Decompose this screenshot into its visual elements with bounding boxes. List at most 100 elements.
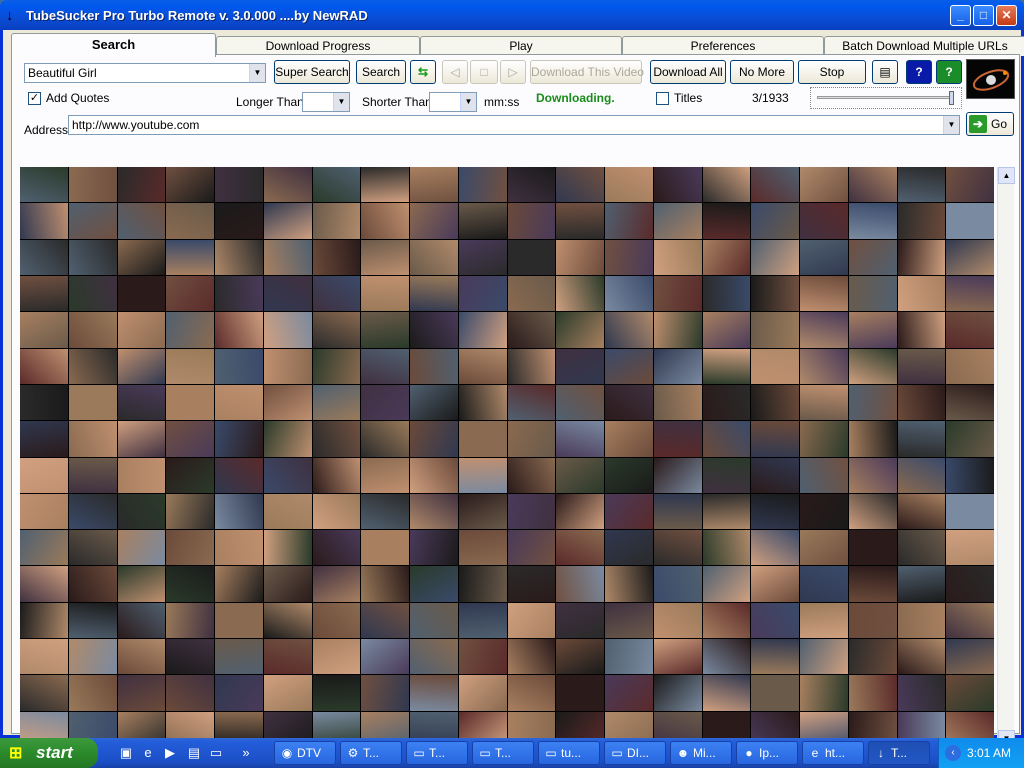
- video-thumbnail[interactable]: [653, 421, 702, 457]
- video-thumbnail[interactable]: [556, 275, 604, 312]
- video-thumbnail[interactable]: [117, 639, 166, 675]
- video-thumbnail[interactable]: [410, 602, 458, 639]
- video-thumbnail[interactable]: [653, 457, 702, 493]
- video-thumbnail[interactable]: [20, 675, 68, 711]
- video-thumbnail[interactable]: [946, 493, 994, 530]
- tab-search[interactable]: Search: [11, 33, 216, 57]
- address-input[interactable]: http://www.youtube.com ▼: [68, 115, 960, 135]
- chevron-down-icon[interactable]: ▼: [333, 93, 349, 111]
- video-thumbnail[interactable]: [215, 167, 263, 203]
- video-thumbnail[interactable]: [751, 239, 799, 275]
- video-thumbnail[interactable]: [556, 203, 604, 239]
- video-thumbnail[interactable]: [800, 275, 848, 312]
- video-thumbnail[interactable]: [848, 275, 897, 312]
- video-thumbnail[interactable]: [263, 493, 312, 530]
- video-thumbnail[interactable]: [751, 530, 799, 566]
- video-thumbnail[interactable]: [800, 421, 848, 457]
- no-more-button[interactable]: No More: [730, 60, 794, 84]
- video-thumbnail[interactable]: [458, 348, 507, 384]
- task-dtv[interactable]: ◉ DTV: [274, 741, 336, 765]
- video-thumbnail[interactable]: [68, 530, 117, 566]
- video-thumbnail[interactable]: [410, 348, 458, 384]
- video-thumbnail[interactable]: [458, 384, 507, 421]
- video-thumbnail[interactable]: [897, 275, 946, 312]
- window-icon[interactable]: ▤: [872, 60, 898, 84]
- video-thumbnail[interactable]: [702, 639, 751, 675]
- video-thumbnail[interactable]: [653, 675, 702, 711]
- video-thumbnail[interactable]: [117, 239, 166, 275]
- video-thumbnail[interactable]: [702, 203, 751, 239]
- video-thumbnail[interactable]: [166, 602, 214, 639]
- video-thumbnail[interactable]: [166, 457, 214, 493]
- video-thumbnail[interactable]: [507, 239, 556, 275]
- video-thumbnail[interactable]: [751, 457, 799, 493]
- video-thumbnail[interactable]: [458, 493, 507, 530]
- video-thumbnail[interactable]: [751, 639, 799, 675]
- video-thumbnail[interactable]: [312, 203, 361, 239]
- video-thumbnail[interactable]: [897, 457, 946, 493]
- video-thumbnail[interactable]: [507, 566, 556, 602]
- folder-icon[interactable]: ▭: [208, 745, 224, 761]
- video-thumbnail[interactable]: [215, 493, 263, 530]
- video-thumbnail[interactable]: [605, 275, 653, 312]
- video-thumbnail[interactable]: [458, 203, 507, 239]
- video-thumbnail[interactable]: [946, 167, 994, 203]
- video-thumbnail[interactable]: [20, 639, 68, 675]
- video-thumbnail[interactable]: [20, 457, 68, 493]
- quicklaunch-more-icon[interactable]: »: [238, 745, 254, 761]
- video-thumbnail[interactable]: [702, 602, 751, 639]
- task-mi[interactable]: ☻ Mi...: [670, 741, 732, 765]
- video-thumbnail[interactable]: [20, 203, 68, 239]
- video-thumbnail[interactable]: [556, 421, 604, 457]
- video-thumbnail[interactable]: [361, 602, 409, 639]
- video-thumbnail[interactable]: [361, 639, 409, 675]
- video-thumbnail[interactable]: [946, 639, 994, 675]
- video-thumbnail[interactable]: [166, 566, 214, 602]
- video-thumbnail[interactable]: [215, 275, 263, 312]
- video-thumbnail[interactable]: [897, 348, 946, 384]
- video-thumbnail[interactable]: [117, 421, 166, 457]
- video-thumbnail[interactable]: [458, 421, 507, 457]
- video-thumbnail[interactable]: [897, 239, 946, 275]
- video-thumbnail[interactable]: [653, 602, 702, 639]
- video-thumbnail[interactable]: [897, 602, 946, 639]
- tab-play[interactable]: Play: [420, 36, 622, 56]
- folder-quicklaunch-icon[interactable]: ▤: [186, 745, 202, 761]
- video-thumbnail[interactable]: [800, 239, 848, 275]
- video-thumbnail[interactable]: [702, 167, 751, 203]
- video-thumbnail[interactable]: [848, 421, 897, 457]
- video-thumbnail[interactable]: [117, 203, 166, 239]
- video-thumbnail[interactable]: [166, 348, 214, 384]
- video-thumbnail[interactable]: [848, 312, 897, 348]
- video-thumbnail[interactable]: [897, 203, 946, 239]
- video-thumbnail[interactable]: [897, 639, 946, 675]
- video-thumbnail[interactable]: [263, 384, 312, 421]
- video-thumbnail[interactable]: [653, 167, 702, 203]
- video-thumbnail[interactable]: [68, 566, 117, 602]
- video-thumbnail[interactable]: [410, 566, 458, 602]
- stop-icon[interactable]: □: [470, 60, 498, 84]
- video-thumbnail[interactable]: [458, 457, 507, 493]
- video-thumbnail[interactable]: [751, 312, 799, 348]
- video-thumbnail[interactable]: [312, 348, 361, 384]
- video-thumbnail[interactable]: [215, 312, 263, 348]
- video-thumbnail[interactable]: [117, 602, 166, 639]
- video-thumbnail[interactable]: [166, 675, 214, 711]
- video-thumbnail[interactable]: [20, 239, 68, 275]
- video-thumbnail[interactable]: [556, 493, 604, 530]
- video-thumbnail[interactable]: [751, 421, 799, 457]
- video-thumbnail[interactable]: [702, 566, 751, 602]
- video-thumbnail[interactable]: [848, 639, 897, 675]
- video-thumbnail[interactable]: [507, 602, 556, 639]
- progress-slider[interactable]: [810, 87, 962, 109]
- video-thumbnail[interactable]: [263, 203, 312, 239]
- video-thumbnail[interactable]: [702, 457, 751, 493]
- video-thumbnail[interactable]: [653, 384, 702, 421]
- titles-checkbox[interactable]: [656, 92, 669, 105]
- video-thumbnail[interactable]: [410, 167, 458, 203]
- video-thumbnail[interactable]: [312, 530, 361, 566]
- video-thumbnail[interactable]: [897, 675, 946, 711]
- video-thumbnail[interactable]: [800, 167, 848, 203]
- video-thumbnail[interactable]: [361, 239, 409, 275]
- video-thumbnail[interactable]: [653, 493, 702, 530]
